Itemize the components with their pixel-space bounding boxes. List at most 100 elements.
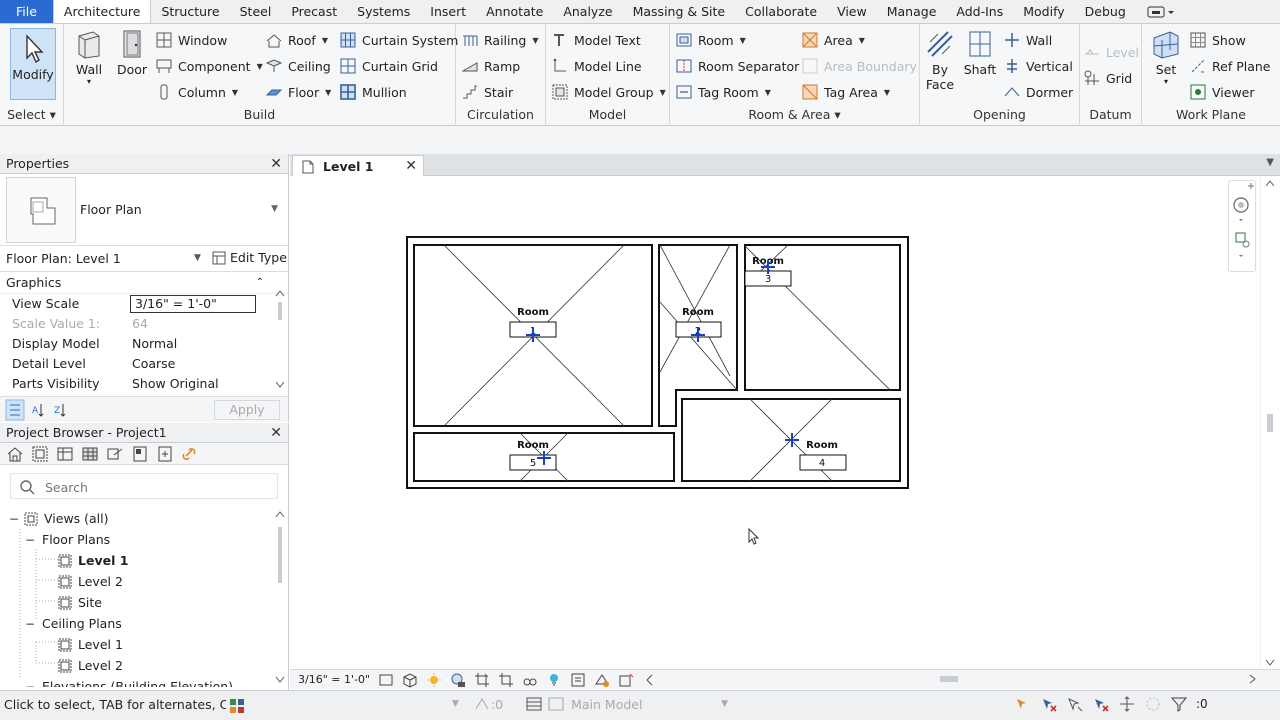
filter-icon[interactable] — [1170, 695, 1188, 713]
select-links-icon[interactable] — [1014, 695, 1032, 713]
visual-style-icon[interactable] — [402, 672, 418, 688]
select-by-face-icon[interactable] — [1092, 695, 1110, 713]
temporary-hide-icon[interactable] — [522, 672, 538, 688]
menu-architecture[interactable]: Architecture — [52, 0, 152, 23]
tree-floor-plans[interactable]: − Floor Plans — [24, 530, 110, 550]
room-separator-button[interactable]: Room Separator — [676, 58, 799, 74]
apply-button[interactable]: Apply — [214, 400, 280, 420]
show-analytical-model-icon[interactable] — [594, 672, 610, 688]
drawing-canvas[interactable]: Room 1 Room 2 Room 3 Room 4 Room 5 — [290, 176, 1260, 670]
stair-button[interactable]: Stair — [462, 84, 513, 100]
search-input[interactable] — [45, 478, 265, 496]
tree-ceiling-plan-level-2[interactable]: Level 2 — [54, 656, 123, 676]
menu-precast[interactable]: Precast — [281, 0, 347, 23]
menu-add-ins[interactable]: Add-Ins — [946, 0, 1013, 23]
column-button[interactable]: Column ▼ — [156, 84, 238, 100]
tabs-menu-icon[interactable]: ▼ — [1266, 157, 1274, 168]
workset-dropdown-icon[interactable]: ▼ — [452, 699, 459, 709]
edit-type-button[interactable]: Edit Type — [212, 250, 287, 265]
curtain-grid-button[interactable]: Curtain Grid — [340, 58, 438, 74]
steering-wheel-icon[interactable] — [1229, 181, 1257, 273]
sheet-view-icon[interactable] — [131, 445, 149, 463]
tree-floor-plan-level-2[interactable]: Level 2 — [54, 572, 123, 592]
main-model-selector[interactable]: Main Model — [571, 697, 721, 712]
model-text-button[interactable]: Model Text — [552, 32, 641, 48]
ref-plane-button[interactable]: Ref Plane — [1190, 58, 1270, 74]
family-view-icon[interactable] — [156, 445, 174, 463]
reveal-hidden-icon[interactable] — [546, 672, 562, 688]
curtain-system-button[interactable]: Curtain System — [340, 32, 458, 48]
select-panel-label[interactable]: Select ▾ — [0, 107, 63, 122]
project-browser-close-icon[interactable]: ✕ — [270, 423, 282, 443]
collapse-toggle-icon[interactable]: − — [24, 530, 36, 550]
railing-button[interactable]: Railing ▼ — [462, 32, 539, 48]
dormer-button[interactable]: Dormer — [1004, 84, 1073, 100]
area-button[interactable]: Area ▼ — [802, 32, 865, 48]
menu-structure[interactable]: Structure — [151, 0, 229, 23]
tag-room-button[interactable]: Tag Room ▼ — [676, 84, 771, 100]
crop-view-icon[interactable] — [474, 672, 490, 688]
browser-scrollbar[interactable] — [274, 509, 286, 685]
mullion-button[interactable]: Mullion — [340, 84, 407, 100]
menu-file[interactable]: File — [0, 0, 53, 23]
highlight-displacement-icon[interactable] — [618, 672, 634, 688]
menu-steel[interactable]: Steel — [230, 0, 282, 23]
categorize-icon[interactable]: A Z — [4, 399, 74, 421]
menu-manage[interactable]: Manage — [877, 0, 947, 23]
menu-insert[interactable]: Insert — [420, 0, 476, 23]
tag-area-button[interactable]: Tag Area ▼ — [802, 84, 890, 100]
model-group-button[interactable]: Model Group ▼ — [552, 84, 666, 100]
tree-ceiling-plans[interactable]: − Ceiling Plans — [24, 614, 122, 634]
type-dropdown-icon[interactable]: ▼ — [271, 204, 278, 214]
by-face-button[interactable]: By Face — [924, 28, 956, 92]
grid-button[interactable]: Grid — [1084, 70, 1132, 86]
door-button[interactable]: Door — [114, 28, 150, 77]
tree-elevations[interactable]: − Elevations (Building Elevation) — [24, 677, 233, 687]
collapse-toggle-icon[interactable]: − — [8, 509, 20, 529]
main-model-icon[interactable] — [547, 695, 565, 713]
roof-button[interactable]: Roof ▼ — [266, 32, 328, 48]
select-pinned-icon[interactable] — [1066, 695, 1084, 713]
shadows-icon[interactable] — [450, 672, 466, 688]
area-boundary-button[interactable]: Area Boundary — [802, 58, 917, 74]
sun-path-icon[interactable] — [426, 672, 442, 688]
prop-row-detail-level[interactable]: Detail Level Coarse — [0, 354, 288, 374]
temporary-view-properties-icon[interactable] — [570, 672, 586, 688]
room-area-panel-label[interactable]: Room & Area ▾ — [670, 107, 919, 122]
view-scale-field[interactable]: 3/16" = 1'-0" — [130, 295, 256, 313]
menu-collaborate[interactable]: Collaborate — [735, 0, 827, 23]
floor-button[interactable]: Floor ▼ — [266, 84, 331, 100]
legend-view-icon[interactable] — [106, 445, 124, 463]
tree-views-all[interactable]: − Views (all) — [8, 509, 109, 529]
floor-plan-view-icon[interactable] — [31, 445, 49, 463]
detail-level-icon[interactable] — [378, 672, 394, 688]
collapse-toggle-icon[interactable]: − — [24, 614, 36, 634]
ramp-button[interactable]: Ramp — [462, 58, 520, 74]
crop-region-icon[interactable] — [498, 672, 514, 688]
collapse-toggle-icon[interactable]: − — [24, 677, 36, 687]
instance-dropdown-icon[interactable]: ▼ — [194, 253, 201, 263]
show-work-plane-button[interactable]: Show — [1190, 32, 1246, 48]
vertical-opening-button[interactable]: Vertical — [1004, 58, 1073, 74]
menu-modify[interactable]: Modify — [1013, 0, 1074, 23]
menu-massing-site[interactable]: Massing & Site — [623, 0, 736, 23]
menu-analyze[interactable]: Analyze — [553, 0, 622, 23]
menu-systems[interactable]: Systems — [347, 0, 420, 23]
level-button[interactable]: Level — [1084, 44, 1139, 60]
room-button[interactable]: Room ▼ — [676, 32, 746, 48]
window-button[interactable]: Window — [156, 32, 227, 48]
drag-elements-icon[interactable] — [1118, 695, 1136, 713]
set-work-plane-button[interactable]: Set ▾ — [1146, 28, 1186, 86]
schedule-view-icon[interactable] — [56, 445, 74, 463]
collapse-icon[interactable]: ⌃ — [256, 272, 264, 294]
menu-view[interactable]: View — [827, 0, 877, 23]
editable-only-icon[interactable] — [473, 695, 491, 713]
canvas-horizontal-scrollbar[interactable] — [650, 672, 1262, 686]
prop-row-parts-visibility[interactable]: Parts Visibility Show Original — [0, 374, 288, 394]
home-icon[interactable] — [6, 445, 24, 463]
model-line-button[interactable]: Model Line — [552, 58, 642, 74]
close-tab-icon[interactable]: ✕ — [405, 158, 417, 174]
graphics-group-header[interactable]: Graphics ⌃ — [0, 272, 288, 294]
link-icon[interactable] — [181, 445, 199, 463]
type-selector[interactable]: Floor Plan ▼ — [0, 174, 288, 246]
